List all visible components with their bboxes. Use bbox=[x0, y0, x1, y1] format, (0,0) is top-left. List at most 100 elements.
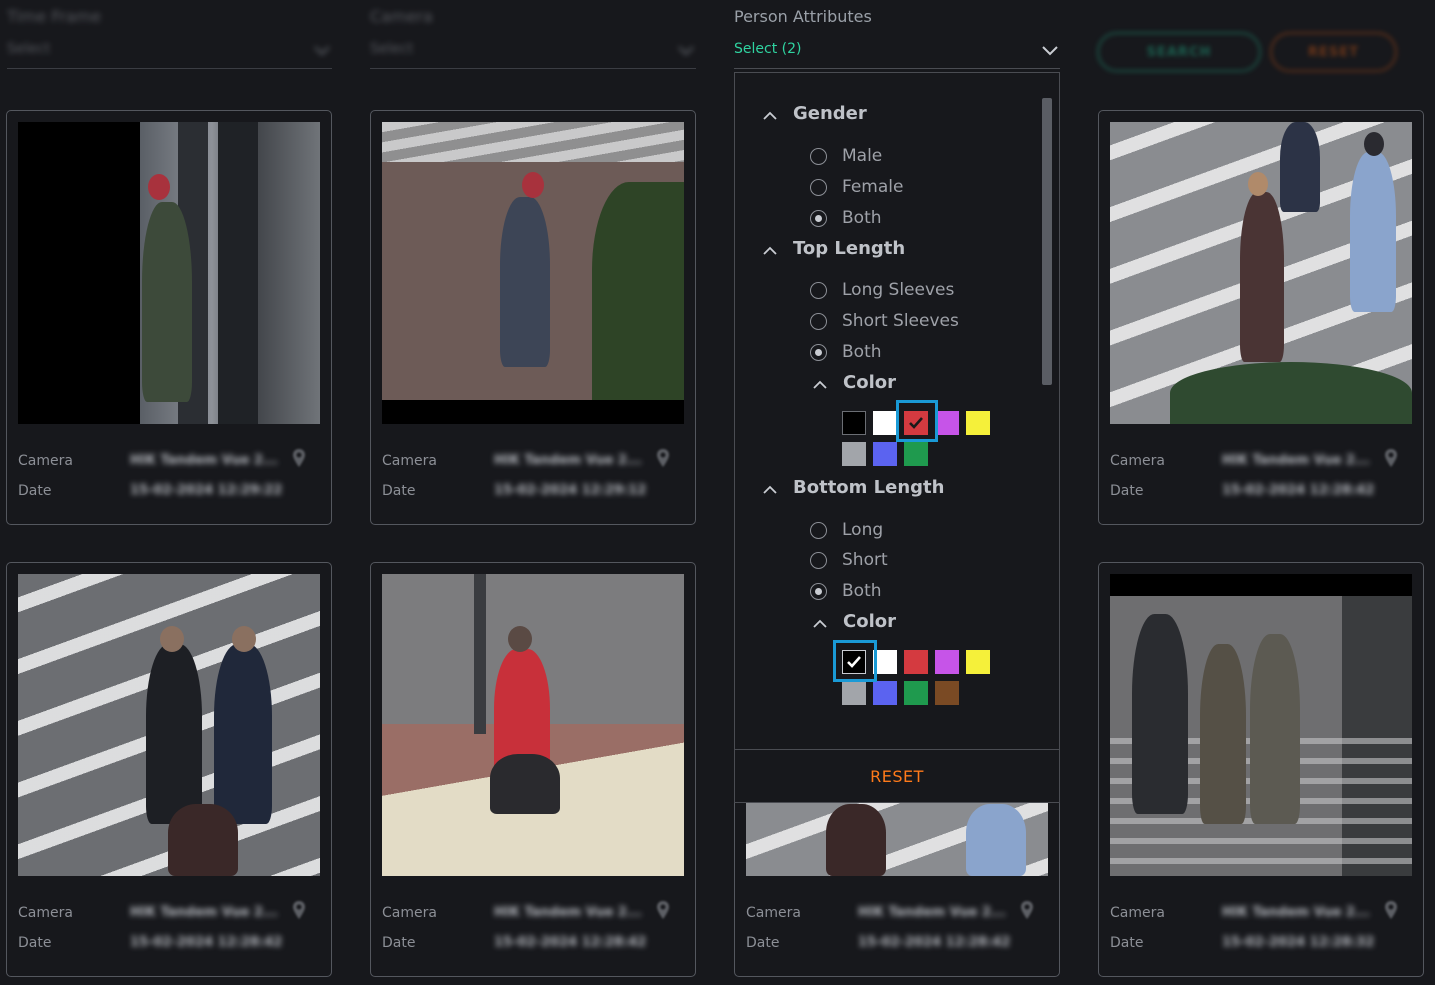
location-pin-icon[interactable] bbox=[1384, 900, 1398, 920]
chevron-up-icon[interactable] bbox=[761, 481, 779, 499]
time-frame-select[interactable]: Select bbox=[7, 41, 50, 57]
location-pin-icon[interactable] bbox=[1020, 900, 1034, 920]
bottom-color-title[interactable]: Color bbox=[843, 611, 896, 632]
bottom-color-swatch[interactable] bbox=[842, 681, 866, 705]
dropdown-scrollbar[interactable] bbox=[1042, 98, 1052, 385]
chevron-down-icon[interactable] bbox=[676, 40, 696, 60]
top-color-swatch[interactable] bbox=[842, 411, 866, 435]
chevron-up-icon[interactable] bbox=[811, 615, 829, 633]
result-card[interactable]: Camera HIK Tandem Vue 2... Date 15-02-20… bbox=[1098, 110, 1424, 525]
search-button[interactable]: SEARCH bbox=[1097, 32, 1261, 72]
top-option-long-sleeves[interactable]: Long Sleeves bbox=[842, 280, 954, 300]
reset-button[interactable]: RESET bbox=[1270, 32, 1397, 72]
dropdown-reset-button[interactable]: RESET bbox=[735, 767, 1059, 786]
bottom-long-radio[interactable] bbox=[810, 522, 827, 539]
snapshot-image[interactable] bbox=[382, 574, 684, 876]
result-card[interactable]: Camera HIK Tandem Vue 2... Date 15-02-20… bbox=[6, 562, 332, 977]
person-attributes-dropdown: Gender Male Female Both Top Length Long … bbox=[734, 72, 1060, 803]
date-value: 15-02-2024 12:28:42 bbox=[1222, 483, 1375, 498]
top-option-both[interactable]: Both bbox=[842, 342, 882, 362]
gender-option-female[interactable]: Female bbox=[842, 177, 903, 197]
camera-label: Camera bbox=[18, 453, 73, 469]
chevron-up-icon[interactable] bbox=[761, 107, 779, 125]
date-label: Date bbox=[382, 483, 416, 499]
date-label: Date bbox=[382, 935, 416, 951]
date-value: 15-02-2024 12:28:42 bbox=[494, 935, 647, 950]
time-frame-filter[interactable]: Time Frame Select bbox=[7, 0, 332, 72]
camera-select[interactable]: Select bbox=[370, 41, 413, 57]
camera-name: HIK Tandem Vue 2... bbox=[130, 453, 278, 468]
gender-option-both[interactable]: Both bbox=[842, 208, 882, 228]
snapshot-image[interactable] bbox=[18, 122, 320, 424]
snapshot-image[interactable] bbox=[1110, 574, 1412, 876]
bottom-option-both[interactable]: Both bbox=[842, 581, 882, 601]
selection-highlight bbox=[896, 400, 938, 442]
camera-filter[interactable]: Camera Select bbox=[370, 0, 696, 72]
date-label: Date bbox=[746, 935, 780, 951]
divider bbox=[370, 68, 696, 69]
top-short-sleeves-radio[interactable] bbox=[810, 313, 827, 330]
camera-name: HIK Tandem Vue 2... bbox=[494, 905, 642, 920]
top-option-short-sleeves[interactable]: Short Sleeves bbox=[842, 311, 959, 331]
snapshot-image[interactable] bbox=[18, 574, 320, 876]
camera-label: Camera bbox=[382, 905, 437, 921]
snapshot-image[interactable] bbox=[1110, 122, 1412, 424]
location-pin-icon[interactable] bbox=[292, 900, 306, 920]
camera-label: Camera bbox=[746, 905, 801, 921]
camera-label: Camera bbox=[1110, 453, 1165, 469]
bottom-short-radio[interactable] bbox=[810, 552, 827, 569]
result-card[interactable]: Camera HIK Tandem Vue 2... Date 15-02-20… bbox=[1098, 562, 1424, 977]
bottom-color-swatch[interactable] bbox=[873, 681, 897, 705]
camera-name: HIK Tandem Vue 2... bbox=[1222, 905, 1370, 920]
gender-female-radio[interactable] bbox=[810, 179, 827, 196]
top-color-swatch[interactable] bbox=[966, 411, 990, 435]
top-length-group-title[interactable]: Top Length bbox=[793, 238, 905, 259]
location-pin-icon[interactable] bbox=[656, 448, 670, 468]
gender-group-title[interactable]: Gender bbox=[793, 103, 867, 124]
gender-option-male[interactable]: Male bbox=[842, 146, 882, 166]
location-pin-icon[interactable] bbox=[1384, 448, 1398, 468]
top-color-swatch[interactable] bbox=[842, 442, 866, 466]
bottom-color-swatch[interactable] bbox=[935, 681, 959, 705]
result-card[interactable]: Camera HIK Tandem Vue 2... Date 15-02-20… bbox=[370, 110, 696, 525]
dropdown-footer: RESET bbox=[734, 749, 1060, 803]
date-label: Date bbox=[1110, 935, 1144, 951]
date-value: 15-02-2024 12:29:22 bbox=[130, 483, 283, 498]
chevron-up-icon[interactable] bbox=[811, 376, 829, 394]
top-color-swatch[interactable] bbox=[904, 442, 928, 466]
location-pin-icon[interactable] bbox=[292, 448, 306, 468]
selection-highlight bbox=[833, 640, 877, 682]
person-attributes-label: Person Attributes bbox=[734, 7, 872, 26]
snapshot-image[interactable] bbox=[382, 122, 684, 424]
top-color-swatch[interactable] bbox=[873, 411, 897, 435]
bottom-color-swatch[interactable] bbox=[904, 681, 928, 705]
divider bbox=[734, 68, 1060, 69]
result-card[interactable]: Camera HIK Tandem Vue 2... Date 15-02-20… bbox=[370, 562, 696, 977]
date-label: Date bbox=[1110, 483, 1144, 499]
chevron-down-icon[interactable] bbox=[1040, 41, 1060, 61]
bottom-color-swatch[interactable] bbox=[904, 650, 928, 674]
top-long-sleeves-radio[interactable] bbox=[810, 282, 827, 299]
bottom-color-swatch[interactable] bbox=[935, 650, 959, 674]
bottom-option-long[interactable]: Long bbox=[842, 520, 883, 540]
top-color-title[interactable]: Color bbox=[843, 372, 896, 393]
top-color-swatch[interactable] bbox=[873, 442, 897, 466]
chevron-down-icon[interactable] bbox=[312, 40, 332, 60]
date-label: Date bbox=[18, 935, 52, 951]
gender-male-radio[interactable] bbox=[810, 148, 827, 165]
location-pin-icon[interactable] bbox=[656, 900, 670, 920]
top-both-radio[interactable] bbox=[810, 344, 827, 361]
camera-name: HIK Tandem Vue 2... bbox=[494, 453, 642, 468]
bottom-color-swatch[interactable] bbox=[966, 650, 990, 674]
chevron-up-icon[interactable] bbox=[761, 242, 779, 260]
bottom-length-group-title[interactable]: Bottom Length bbox=[793, 477, 944, 498]
date-value: 15-02-2024 12:28:42 bbox=[130, 935, 283, 950]
person-attributes-select[interactable]: Select (2) bbox=[734, 41, 801, 57]
top-color-swatch[interactable] bbox=[935, 411, 959, 435]
result-card[interactable]: Camera HIK Tandem Vue 2... Date 15-02-20… bbox=[6, 110, 332, 525]
bottom-both-radio[interactable] bbox=[810, 583, 827, 600]
person-attributes-filter[interactable]: Person Attributes Select (2) bbox=[734, 0, 1060, 72]
bottom-option-short[interactable]: Short bbox=[842, 550, 888, 570]
gender-both-radio[interactable] bbox=[810, 210, 827, 227]
camera-filter-label: Camera bbox=[370, 7, 433, 26]
